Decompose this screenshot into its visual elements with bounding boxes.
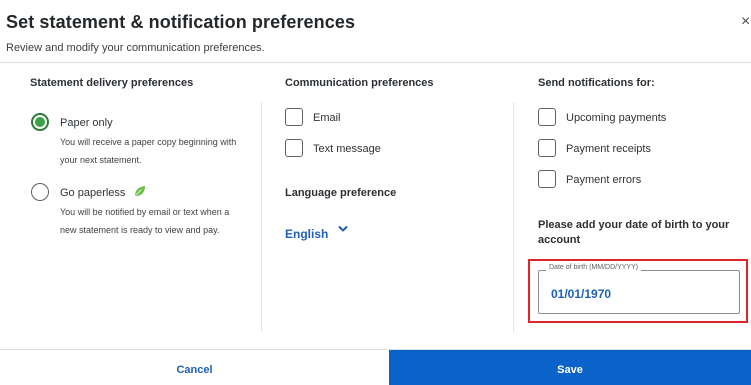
text-message-label: Text message [313,143,381,155]
paper-only-description: You will receive a paper copy beginning … [60,137,237,165]
preferences-dialog: Set statement & notification preferences… [0,0,751,385]
payment-errors-label: Payment errors [566,174,642,186]
go-paperless-label: Go paperless [60,187,126,199]
leaf-icon [134,185,146,197]
cancel-button-label: Cancel [176,363,213,376]
payment-receipts-checkbox[interactable] [538,139,556,157]
cancel-button[interactable]: Cancel [0,350,389,385]
notifications-heading: Send notifications for: [538,77,655,89]
payment-errors-checkbox[interactable] [538,170,556,188]
header-divider [0,62,751,63]
email-label: Email [313,112,341,124]
save-button-label: Save [557,363,583,376]
statement-delivery-heading: Statement delivery preferences [30,77,194,89]
upcoming-payments-checkbox[interactable] [538,108,556,126]
dialog-footer: Cancel Save [0,349,751,385]
communication-heading: Communication preferences [285,77,434,89]
language-heading: Language preference [285,187,397,199]
column-divider-1 [261,102,262,332]
go-paperless-description: You will be notified by email or text wh… [60,207,230,235]
chevron-down-icon[interactable] [337,223,349,235]
language-select[interactable]: English [285,227,328,241]
payment-receipts-label: Payment receipts [566,143,651,155]
upcoming-payments-label: Upcoming payments [566,112,667,124]
close-icon[interactable]: × [741,14,750,30]
dob-message: Please add your date of birth to your ac… [538,219,730,246]
email-checkbox[interactable] [285,108,303,126]
column-divider-2 [513,102,514,332]
dob-value: 01/01/1970 [551,287,612,301]
save-button[interactable]: Save [389,350,751,385]
go-paperless-radio[interactable] [31,183,49,201]
dialog-title: Set statement & notification preferences [6,12,356,32]
paper-only-radio[interactable] [31,113,49,131]
dob-field-label: Date of birth (MM/DD/YYYY) [546,264,642,271]
paper-only-label: Paper only [60,117,113,129]
text-message-checkbox[interactable] [285,139,303,157]
dialog-subtitle: Review and modify your communication pre… [6,42,265,54]
